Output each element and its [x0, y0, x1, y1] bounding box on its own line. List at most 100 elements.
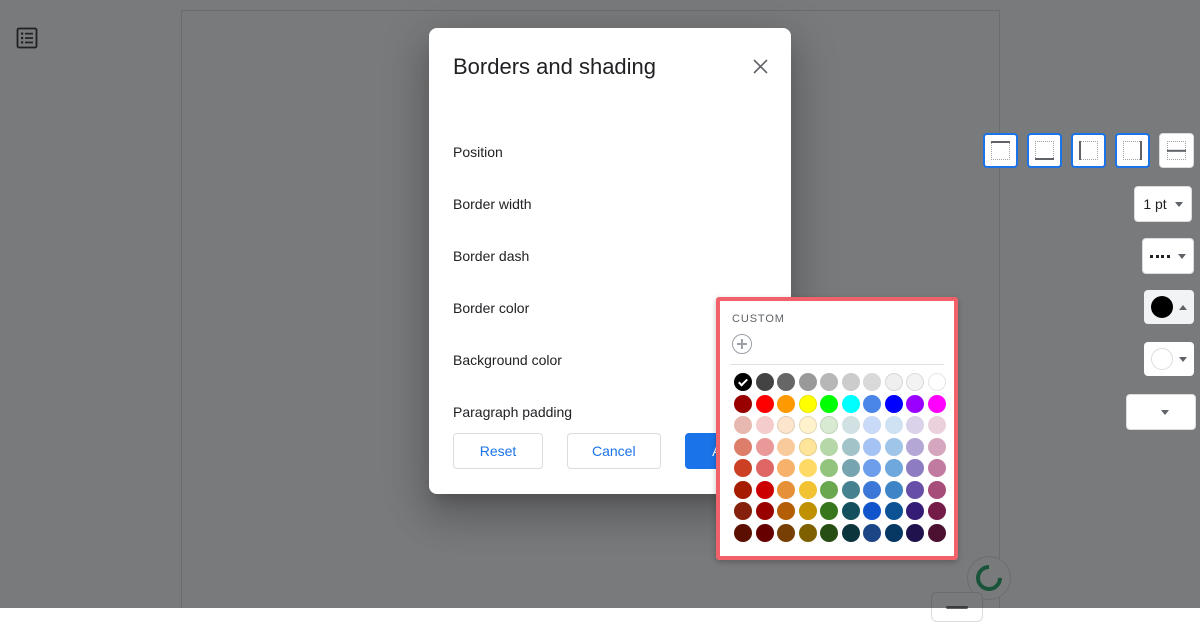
color-swatch[interactable]: [756, 524, 774, 542]
color-swatch[interactable]: [799, 524, 817, 542]
color-swatch[interactable]: [906, 502, 924, 520]
color-swatch[interactable]: [756, 438, 774, 456]
color-swatch[interactable]: [756, 395, 774, 413]
color-swatch[interactable]: [928, 459, 946, 477]
color-swatch[interactable]: [734, 524, 752, 542]
color-swatch[interactable]: [777, 438, 795, 456]
paragraph-padding-label: Paragraph padding: [453, 404, 572, 420]
color-swatch[interactable]: [734, 481, 752, 499]
color-swatch[interactable]: [863, 459, 881, 477]
color-swatch[interactable]: [820, 373, 838, 391]
color-swatch[interactable]: [799, 416, 817, 434]
position-top-button[interactable]: [983, 133, 1018, 168]
color-swatch[interactable]: [777, 502, 795, 520]
color-swatch[interactable]: [799, 481, 817, 499]
color-swatch[interactable]: [734, 416, 752, 434]
color-swatch[interactable]: [820, 416, 838, 434]
position-inner-horizontal-button[interactable]: [1159, 133, 1194, 168]
color-swatch[interactable]: [842, 502, 860, 520]
chevron-down-icon: [1179, 357, 1187, 362]
color-swatch[interactable]: [799, 459, 817, 477]
color-swatch[interactable]: [928, 502, 946, 520]
position-left-button[interactable]: [1071, 133, 1106, 168]
border-bottom-icon: [1035, 141, 1054, 160]
color-swatch[interactable]: [820, 459, 838, 477]
color-swatch[interactable]: [928, 395, 946, 413]
color-swatch[interactable]: [799, 373, 817, 391]
color-swatch[interactable]: [820, 438, 838, 456]
reset-button[interactable]: Reset: [453, 433, 543, 469]
color-swatch[interactable]: [928, 416, 946, 434]
color-swatch[interactable]: [820, 502, 838, 520]
border-dash-select[interactable]: [1142, 238, 1194, 274]
color-swatch[interactable]: [885, 481, 903, 499]
color-swatch[interactable]: [842, 373, 860, 391]
color-swatch[interactable]: [863, 373, 881, 391]
color-swatch[interactable]: [777, 459, 795, 477]
paragraph-padding-select[interactable]: [1126, 394, 1196, 430]
color-swatch[interactable]: [777, 416, 795, 434]
color-swatch[interactable]: [756, 502, 774, 520]
border-color-button[interactable]: [1144, 290, 1194, 324]
color-swatch[interactable]: [885, 416, 903, 434]
color-swatch[interactable]: [799, 502, 817, 520]
color-swatch[interactable]: [885, 502, 903, 520]
color-swatch[interactable]: [842, 481, 860, 499]
color-swatch[interactable]: [777, 524, 795, 542]
color-swatch[interactable]: [734, 395, 752, 413]
color-swatch[interactable]: [734, 438, 752, 456]
color-swatch[interactable]: [928, 438, 946, 456]
color-swatch[interactable]: [863, 502, 881, 520]
color-swatch[interactable]: [734, 502, 752, 520]
position-button-group: [983, 133, 1194, 168]
position-bottom-button[interactable]: [1027, 133, 1062, 168]
color-swatch[interactable]: [734, 373, 752, 391]
background-color-button[interactable]: [1144, 342, 1194, 376]
color-swatch[interactable]: [906, 524, 924, 542]
color-swatch[interactable]: [842, 524, 860, 542]
cancel-button[interactable]: Cancel: [567, 433, 661, 469]
color-swatch[interactable]: [906, 459, 924, 477]
color-swatch[interactable]: [842, 395, 860, 413]
color-swatch[interactable]: [885, 459, 903, 477]
color-swatch[interactable]: [906, 395, 924, 413]
color-swatch[interactable]: [863, 395, 881, 413]
color-swatch[interactable]: [756, 481, 774, 499]
border-width-select[interactable]: 1 pt: [1134, 186, 1192, 222]
color-swatch[interactable]: [906, 373, 924, 391]
color-swatch[interactable]: [842, 438, 860, 456]
color-swatch[interactable]: [906, 416, 924, 434]
color-swatch[interactable]: [777, 481, 795, 499]
color-swatch[interactable]: [777, 395, 795, 413]
color-swatch[interactable]: [863, 416, 881, 434]
color-swatch[interactable]: [799, 438, 817, 456]
color-swatch[interactable]: [885, 524, 903, 542]
color-swatch[interactable]: [863, 524, 881, 542]
color-swatch[interactable]: [863, 481, 881, 499]
color-swatch[interactable]: [906, 438, 924, 456]
position-label: Position: [453, 144, 503, 160]
color-swatch[interactable]: [928, 524, 946, 542]
color-swatch[interactable]: [885, 438, 903, 456]
color-swatch[interactable]: [842, 459, 860, 477]
color-swatch[interactable]: [820, 481, 838, 499]
color-swatch[interactable]: [885, 373, 903, 391]
color-swatch[interactable]: [820, 395, 838, 413]
position-right-button[interactable]: [1115, 133, 1150, 168]
color-swatch[interactable]: [756, 416, 774, 434]
color-swatch[interactable]: [820, 524, 838, 542]
color-swatch[interactable]: [885, 395, 903, 413]
color-swatch[interactable]: [777, 373, 795, 391]
color-swatch[interactable]: [799, 395, 817, 413]
color-swatch[interactable]: [906, 481, 924, 499]
color-swatch[interactable]: [734, 459, 752, 477]
plus-circle-icon[interactable]: [732, 334, 752, 354]
color-swatch[interactable]: [928, 373, 946, 391]
color-swatch[interactable]: [842, 416, 860, 434]
color-swatch[interactable]: [756, 459, 774, 477]
color-swatch[interactable]: [756, 373, 774, 391]
color-swatch[interactable]: [863, 438, 881, 456]
color-swatch[interactable]: [928, 481, 946, 499]
border-width-label: Border width: [453, 196, 532, 212]
close-icon[interactable]: [746, 52, 774, 80]
